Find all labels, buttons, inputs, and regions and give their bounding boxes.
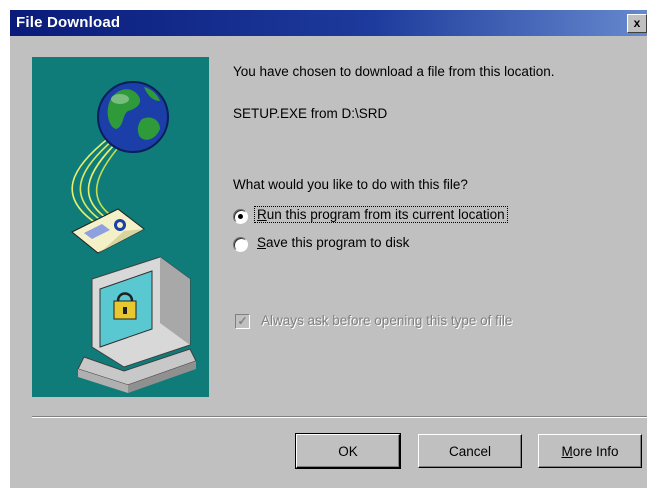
window-title: File Download [16, 14, 121, 31]
more-info-button[interactable]: More Info [538, 434, 642, 468]
close-button[interactable]: x [627, 14, 647, 33]
action-question: What would you like to do with this file… [233, 177, 468, 192]
download-illustration-graphic [71, 81, 197, 393]
title-bar[interactable]: File Download x [10, 10, 647, 36]
computer-icon [77, 256, 197, 393]
document-icon [71, 208, 145, 254]
always-ask-checkbox[interactable]: ✓ [235, 314, 250, 329]
cancel-button[interactable]: Cancel [418, 434, 522, 468]
run-radio-button[interactable] [233, 209, 248, 224]
always-ask-label: Always ask before opening this type of f… [261, 313, 513, 328]
run-option-label[interactable]: Run this program from its current locati… [254, 206, 508, 223]
save-option-label[interactable]: Save this program to disk [255, 235, 411, 250]
download-message: You have chosen to download a file from … [233, 64, 555, 79]
radio-selected-dot [238, 214, 243, 219]
save-radio-button[interactable] [233, 237, 248, 252]
file-source-text: SETUP.EXE from D:\SRD [233, 106, 388, 121]
button-separator [32, 416, 647, 418]
globe-icon [97, 81, 169, 153]
file-download-dialog: File Download x You have chosen to downl… [10, 10, 647, 488]
download-illustration [32, 57, 209, 397]
close-icon: x [633, 16, 641, 30]
ok-button[interactable]: OK [295, 433, 401, 469]
